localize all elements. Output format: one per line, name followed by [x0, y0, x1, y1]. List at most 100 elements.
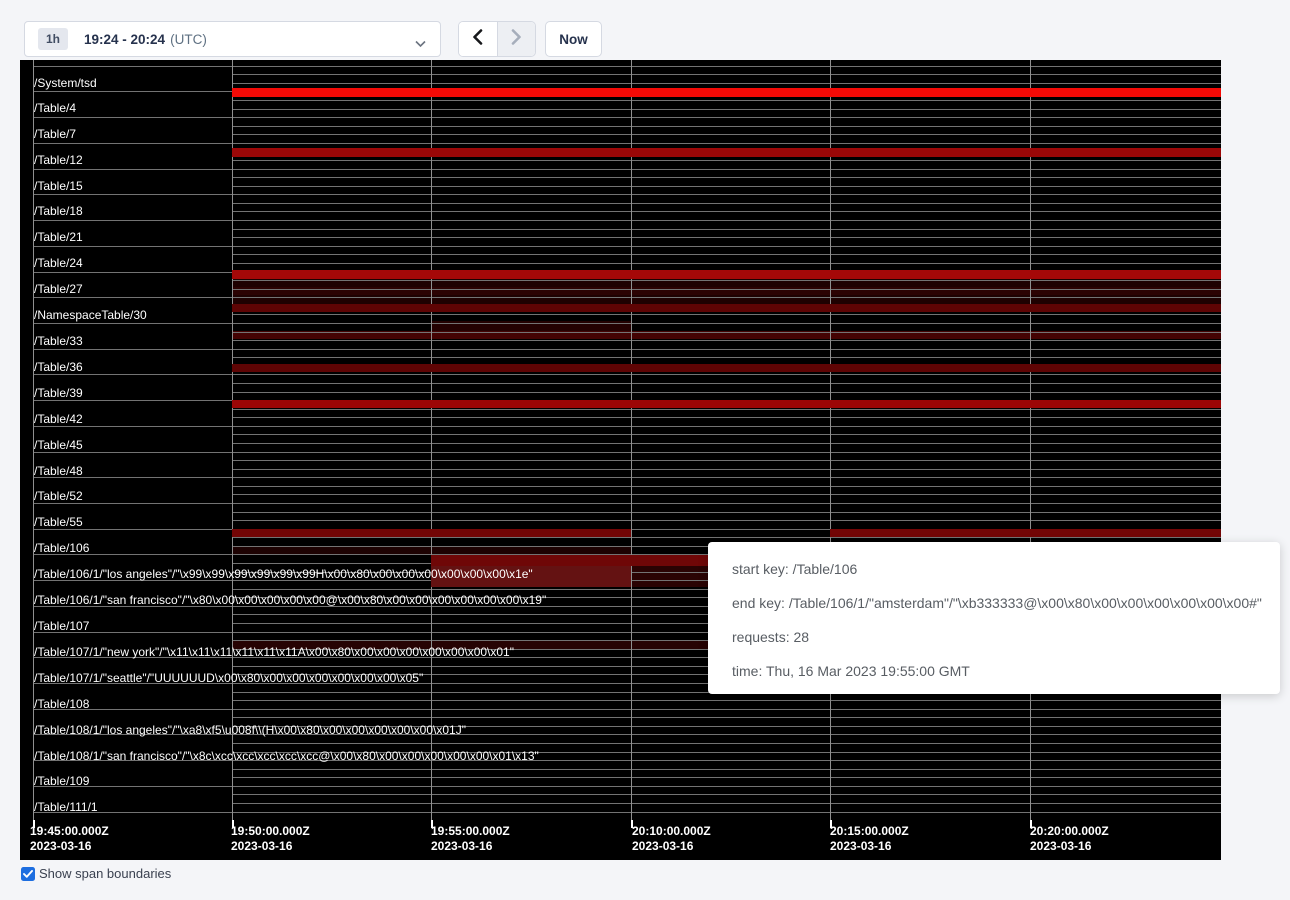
span-boundary-line	[232, 409, 1221, 410]
span-boundary-line	[232, 374, 1221, 375]
axis-date-label: 2023-03-16	[1030, 839, 1091, 854]
heat-band[interactable]	[232, 148, 1221, 157]
hover-tooltip: start key: /Table/106 end key: /Table/10…	[708, 542, 1280, 694]
span-boundary-line	[232, 709, 1221, 710]
span-boundary-line	[232, 160, 1221, 161]
span-boundary-line	[232, 314, 1221, 315]
axis-time-label: 20:15:00.000Z	[830, 824, 909, 839]
show-span-boundaries-checkbox[interactable]	[21, 867, 35, 881]
span-boundary-line	[232, 332, 1221, 333]
key-visualizer-page: 1h 19:24 - 20:24 (UTC) Now /System/tsd/T…	[0, 0, 1290, 900]
heat-band[interactable]	[830, 529, 1221, 537]
heat-band[interactable]	[232, 88, 1221, 97]
time-range-utc-label: (UTC)	[170, 32, 207, 47]
span-boundary-line	[232, 700, 1221, 701]
span-boundary-line	[33, 349, 232, 350]
row-label: /System/tsd	[34, 76, 97, 90]
span-boundary-line	[232, 289, 1221, 290]
span-boundary-line	[232, 246, 1221, 247]
row-label: /Table/36	[34, 360, 83, 374]
tooltip-requests: requests: 28	[732, 620, 1280, 654]
axis-time-label: 19:55:00.000Z	[431, 824, 510, 839]
heat-band[interactable]	[232, 270, 1221, 279]
span-boundary-line	[232, 263, 1221, 264]
span-boundary-line	[232, 486, 1221, 487]
row-label: /Table/108/1/"los angeles"/"\xa8\xf5\u00…	[34, 723, 466, 737]
tooltip-time: time: Thu, 16 Mar 2023 19:55:00 GMT	[732, 654, 1280, 688]
span-boundary-line	[232, 177, 1221, 178]
row-label: /Table/21	[34, 230, 83, 244]
span-boundary-line	[232, 460, 1221, 461]
row-label: /Table/45	[34, 438, 83, 452]
span-boundary-line	[232, 254, 1221, 255]
heat-band[interactable]	[232, 364, 1221, 372]
span-boundary-line	[33, 220, 232, 221]
span-boundary-line	[232, 537, 1221, 538]
span-boundary-line	[232, 237, 1221, 238]
keyvisualizer-canvas[interactable]: /System/tsd/Table/4/Table/7/Table/12/Tab…	[20, 60, 1221, 860]
now-button[interactable]: Now	[545, 21, 602, 57]
row-label: /Table/12	[34, 153, 83, 167]
span-boundary-line	[232, 717, 1221, 718]
span-boundary-line	[232, 512, 1221, 513]
show-span-boundaries-label: Show span boundaries	[39, 866, 171, 881]
span-boundary-line	[232, 340, 1221, 341]
time-gridline	[431, 60, 432, 820]
axis-date-label: 2023-03-16	[632, 839, 693, 854]
prev-time-button[interactable]	[459, 22, 498, 56]
span-boundary-line	[232, 109, 1221, 110]
span-boundary-line	[232, 520, 1221, 521]
span-boundary-line	[33, 503, 232, 504]
span-boundary-line	[33, 297, 232, 298]
row-label: /Table/15	[34, 179, 83, 193]
span-boundary-line	[33, 194, 232, 195]
axis-date-label: 2023-03-16	[231, 839, 292, 854]
heat-band[interactable]	[232, 304, 1221, 312]
span-boundary-line	[33, 272, 232, 273]
span-boundary-line	[232, 126, 1221, 127]
span-boundary-line	[232, 229, 1221, 230]
axis-date-label: 2023-03-16	[30, 839, 91, 854]
span-boundary-line	[232, 203, 1221, 204]
tooltip-end-key: end key: /Table/106/1/"amsterdam"/"\xb33…	[732, 586, 1280, 620]
span-boundary-line	[232, 812, 1221, 813]
span-boundary-line	[232, 349, 1221, 350]
span-boundary-line	[232, 143, 1221, 144]
row-label: /Table/42	[34, 412, 83, 426]
heat-band[interactable]	[431, 555, 708, 566]
row-label: /NamespaceTable/30	[34, 308, 147, 322]
axis-date-label: 2023-03-16	[830, 839, 891, 854]
next-time-button[interactable]	[498, 22, 536, 56]
span-boundary-line	[232, 786, 1221, 787]
heat-band[interactable]	[232, 529, 631, 537]
span-boundary-line	[232, 66, 1221, 67]
row-label: /Table/106/1/"san francisco"/"\x80\x00\x…	[34, 593, 546, 607]
tooltip-start-key: start key: /Table/106	[732, 552, 1280, 586]
span-boundary-line	[33, 91, 232, 92]
chevron-left-icon	[472, 29, 483, 50]
chevron-right-icon	[511, 29, 522, 50]
heat-band[interactable]	[232, 400, 1221, 408]
span-boundary-line	[232, 769, 1221, 770]
row-label: /Table/24	[34, 256, 83, 270]
row-label: /Table/107	[34, 619, 89, 633]
span-boundary-line	[232, 392, 1221, 393]
span-boundary-line	[33, 400, 232, 401]
heat-band[interactable]	[632, 566, 708, 587]
chevron-down-icon	[415, 35, 426, 53]
span-boundary-line	[232, 280, 1221, 281]
time-range-dropdown[interactable]: 1h 19:24 - 20:24 (UTC)	[24, 21, 441, 57]
span-boundary-line	[33, 323, 232, 324]
span-boundary-line	[232, 211, 1221, 212]
span-boundary-line	[232, 803, 1221, 804]
row-label: /Table/55	[34, 515, 83, 529]
time-gridline	[830, 60, 831, 820]
row-label: /Table/27	[34, 282, 83, 296]
span-boundary-line	[33, 374, 232, 375]
axis-time-label: 19:45:00.000Z	[30, 824, 109, 839]
footer: Show span boundaries	[21, 866, 171, 881]
axis-date-label: 2023-03-16	[431, 839, 492, 854]
span-boundary-line	[232, 186, 1221, 187]
time-nav-group	[458, 21, 536, 57]
row-label: /Table/52	[34, 489, 83, 503]
